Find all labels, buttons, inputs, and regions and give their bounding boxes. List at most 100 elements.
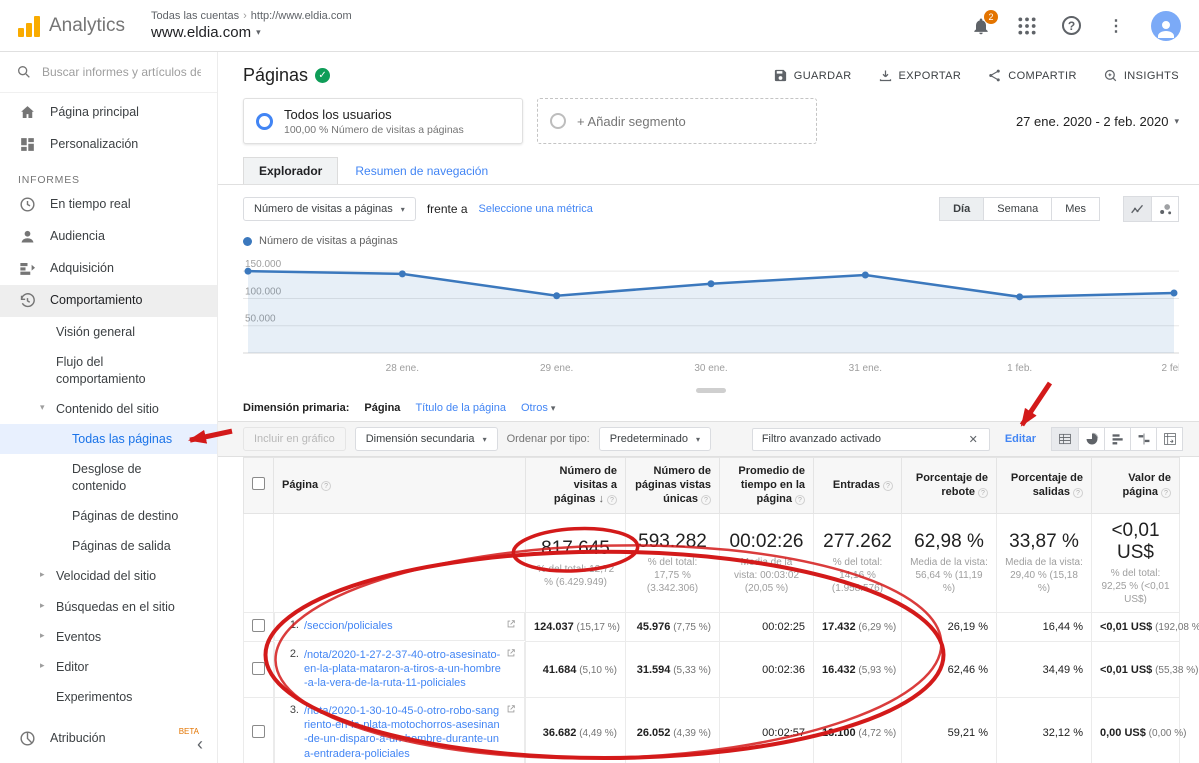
sidebar-item-velocidad-del-sitio[interactable]: ▸Velocidad del sitio [0, 561, 217, 591]
property-selector[interactable]: www.eldia.com ▾ [151, 24, 352, 41]
save-button[interactable]: GUARDAR [773, 68, 852, 83]
row-checkbox[interactable] [252, 662, 265, 675]
granularity-week-button[interactable]: Semana [983, 197, 1052, 221]
metric-selector[interactable]: Número de visitas a páginas ▾ [243, 197, 416, 221]
help-icon: ? [701, 495, 711, 505]
help-icon: ? [607, 495, 617, 505]
summary-cell-1: 593.282% del total: 17,75 % (3.342.306) [626, 514, 720, 613]
plot-rows-button[interactable]: Incluir en gráfico [243, 427, 346, 451]
more-options-button[interactable]: ⋮ [1105, 15, 1127, 37]
summary-cell-5: 33,87 %Media de la vista: 29,40 % (15,18… [997, 514, 1092, 613]
sidebar-item-busquedas-en-el-sitio[interactable]: ▸Búsquedas en el sitio [0, 592, 217, 622]
external-link-icon[interactable] [506, 619, 516, 632]
attribution-icon [18, 729, 37, 748]
app-name: Analytics [49, 15, 125, 37]
analytics-logo[interactable]: Analytics [0, 15, 151, 37]
date-range-selector[interactable]: 27 ene. 2020 - 2 feb. 2020 ▾ [1016, 114, 1179, 129]
metric-cell: <0,01 US$ (192,08 %) [1092, 613, 1180, 642]
sidebar-item-descubrir[interactable]: Descubrir [0, 755, 217, 763]
sidebar-item-vision-general[interactable]: Visión general [0, 317, 217, 347]
row-checkbox[interactable] [252, 725, 265, 738]
sidebar-item-label: Audiencia [50, 228, 199, 244]
search-input[interactable] [42, 65, 201, 79]
column-header-pagina[interactable]: Página? [274, 458, 526, 514]
sidebar-item-desglose-de-contenido[interactable]: Desglose de contenido [0, 454, 217, 501]
page-link[interactable]: /nota/2020-1-27-2-37-40-otro-asesinato-e… [304, 648, 501, 691]
external-link-icon[interactable] [506, 648, 516, 661]
sidebar-item-paginas-de-salida[interactable]: Páginas de salida [0, 531, 217, 561]
help-button[interactable]: ? [1062, 16, 1081, 35]
column-header-promedio-de-tiempo-en-la-pagina[interactable]: Promedio de tiempo en la página? [720, 458, 814, 514]
table-view-toggle [1051, 427, 1183, 451]
summary-value: 593.282 [634, 531, 711, 553]
sidebar-item-personalizacion[interactable]: Personalización [0, 129, 217, 161]
column-header-valor-de-pagina[interactable]: Valor de página? [1092, 458, 1180, 514]
collapse-sidebar-icon[interactable]: ‹ [197, 734, 203, 755]
comparison-view-button[interactable] [1130, 428, 1156, 450]
sidebar-item-contenido-del-sitio[interactable]: ▾Contenido del sitio [0, 394, 217, 424]
segment-all-users[interactable]: Todos los usuarios 100,00 % Número de vi… [243, 98, 523, 144]
secondary-dimension-selector[interactable]: Dimensión secundaria ▾ [355, 427, 498, 451]
sidebar-item-todas-las-paginas[interactable]: Todas las páginas [0, 424, 217, 454]
dimension-option-pagina[interactable]: Página [364, 402, 400, 414]
apps-grid-button[interactable] [1016, 15, 1038, 37]
share-button[interactable]: COMPARTIR [987, 68, 1077, 83]
sidebar-item-audiencia[interactable]: Audiencia [0, 221, 217, 253]
sidebar-nav: Página principalPersonalizaciónINFORMESE… [0, 93, 217, 763]
sort-type-selector[interactable]: Predeterminado ▾ [599, 427, 711, 451]
sidebar-item-eventos[interactable]: ▸Eventos [0, 622, 217, 652]
column-header-numero-de-visitas-a-paginas[interactable]: Número de visitas a páginas↓? [526, 458, 626, 514]
tab-explorador[interactable]: Explorador [243, 157, 338, 184]
column-header-porcentaje-de-salidas[interactable]: Porcentaje de salidas? [997, 458, 1092, 514]
edit-filter-link[interactable]: Editar [1005, 433, 1036, 445]
external-link-icon[interactable] [506, 704, 516, 717]
performance-view-button[interactable] [1104, 428, 1130, 450]
avatar[interactable] [1151, 11, 1181, 41]
chevron-down-icon: ▾ [401, 205, 405, 214]
row-checkbox[interactable] [252, 619, 265, 632]
table-row: 3. /nota/2020-1-30-10-45-0-otro-robo-sang… [244, 698, 1180, 763]
table-view-icon [1058, 432, 1072, 446]
sidebar-item-label: En tiempo real [50, 196, 199, 212]
notifications-button[interactable]: 2 [970, 15, 992, 37]
export-button[interactable]: EXPORTAR [878, 68, 962, 83]
select-all-checkbox[interactable] [252, 477, 265, 490]
insights-button[interactable]: INSIGHTS [1103, 68, 1179, 83]
dimension-option-titulo[interactable]: Título de la página [415, 402, 506, 414]
percentage-view-button[interactable] [1078, 428, 1104, 450]
home-icon [18, 103, 37, 122]
dimension-option-otros[interactable]: Otros ▾ [521, 402, 556, 414]
sidebar-item-comportamiento[interactable]: Comportamiento [0, 285, 217, 317]
sidebar-item-adquisicion[interactable]: Adquisición [0, 253, 217, 285]
granularity-day-button[interactable]: Día [939, 197, 984, 221]
row-index: 2. [283, 648, 299, 660]
page-title: Páginas ✓ [243, 65, 330, 86]
motion-chart-icon [1158, 202, 1173, 217]
granularity-month-button[interactable]: Mes [1051, 197, 1100, 221]
row-index: 3. [283, 704, 299, 716]
sidebar-item-flujo-del-comportamiento[interactable]: Flujo del comportamiento [0, 347, 217, 394]
compare-metric-link[interactable]: Seleccione una métrica [479, 203, 593, 215]
tab-resumen-navegacion[interactable]: Resumen de navegación [340, 158, 503, 184]
column-header-entradas[interactable]: Entradas? [814, 458, 902, 514]
sidebar-search[interactable] [0, 52, 217, 93]
motion-chart-button[interactable] [1151, 197, 1178, 221]
svg-text:30 ene.: 30 ene. [694, 363, 727, 374]
summary-cell-2: 00:02:26Media de la vista: 00:03:02 (20,… [720, 514, 814, 613]
page-link[interactable]: /seccion/policiales [304, 619, 501, 633]
pivot-view-button[interactable] [1156, 428, 1182, 450]
column-header-porcentaje-de-rebote[interactable]: Porcentaje de rebote? [902, 458, 997, 514]
metric-cell: 17.432 (6,29 %) [814, 613, 902, 642]
table-view-button[interactable] [1052, 428, 1078, 450]
column-header-numero-de-paginas-vistas-unicas[interactable]: Número de páginas vistas únicas? [626, 458, 720, 514]
page-link[interactable]: /nota/2020-1-30-10-45-0-otro-robo-sangri… [304, 704, 501, 761]
sidebar-item-pagina-principal[interactable]: Página principal [0, 97, 217, 129]
line-chart-button[interactable] [1124, 197, 1151, 221]
sidebar-item-experimentos[interactable]: Experimentos [0, 682, 217, 712]
sidebar-item-editor[interactable]: ▸Editor [0, 652, 217, 682]
clear-filter-icon[interactable]: ✕ [967, 433, 980, 446]
sidebar-item-en-tiempo-real[interactable]: En tiempo real [0, 189, 217, 221]
add-segment-button[interactable]: + Añadir segmento [537, 98, 817, 144]
sidebar-item-atribucion[interactable]: AtribuciónBETA [0, 723, 217, 755]
sidebar-item-paginas-de-destino[interactable]: Páginas de destino [0, 501, 217, 531]
